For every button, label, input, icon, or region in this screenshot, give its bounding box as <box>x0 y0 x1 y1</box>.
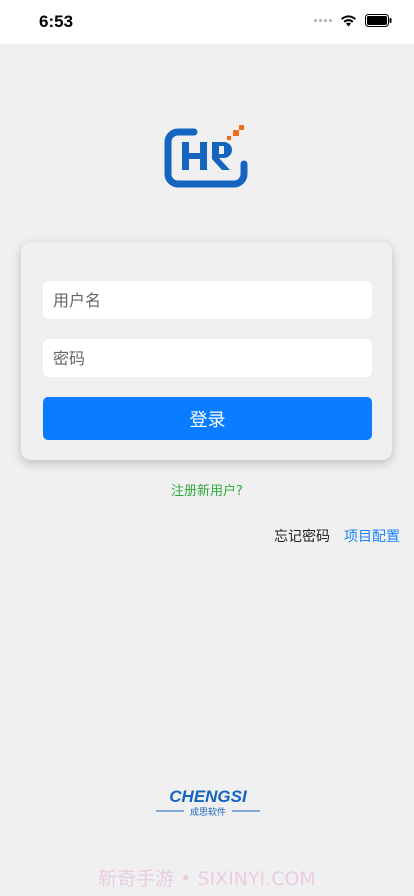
project-config-link[interactable]: 项目配置 <box>344 526 400 546</box>
password-input[interactable] <box>43 339 372 377</box>
cellular-signal-icon <box>314 19 332 22</box>
battery-icon <box>365 14 392 27</box>
status-bar: 6:53 <box>0 0 414 44</box>
chengsi-brand-logo: CHENGSI 成思软件 <box>156 787 260 818</box>
username-input[interactable] <box>43 281 372 319</box>
watermark: 新奇手游 • SIXINYI.COM <box>98 868 316 890</box>
status-icons <box>314 14 392 27</box>
status-time: 6:53 <box>39 12 74 31</box>
login-button[interactable]: 登录 <box>43 397 372 440</box>
forgot-password-link[interactable]: 忘记密码 <box>274 526 330 546</box>
brand-name: CHENGSI <box>169 787 248 806</box>
wifi-icon <box>341 15 356 27</box>
brand-subtitle: 成思软件 <box>190 806 226 818</box>
hr-logo <box>164 125 248 188</box>
login-card: 登录 <box>21 242 392 460</box>
register-link[interactable]: 注册新用户? <box>0 480 414 499</box>
